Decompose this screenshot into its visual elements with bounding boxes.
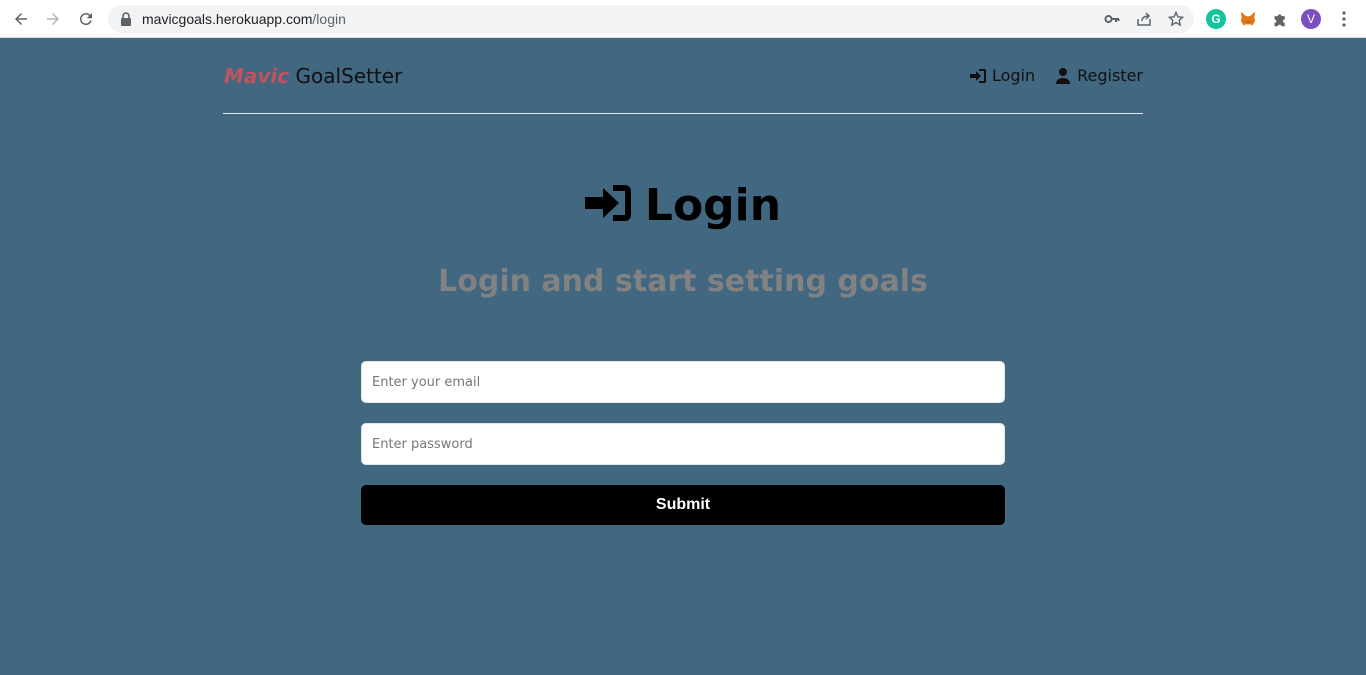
page-title: Login bbox=[644, 180, 782, 231]
password-field[interactable] bbox=[361, 423, 1005, 465]
sign-in-icon bbox=[969, 68, 986, 83]
lock-icon bbox=[121, 12, 131, 26]
url-path: /login bbox=[312, 11, 346, 27]
page-subtitle: Login and start setting goals bbox=[438, 264, 928, 299]
register-link[interactable]: Register bbox=[1055, 66, 1143, 85]
register-link-label: Register bbox=[1077, 66, 1143, 85]
app-logo[interactable]: Mavic GoalSetter bbox=[224, 64, 402, 88]
sign-in-icon bbox=[584, 184, 631, 221]
kebab-menu-icon[interactable] bbox=[1334, 9, 1354, 29]
grammarly-extension-icon[interactable]: G bbox=[1206, 9, 1226, 29]
header-nav: Login Register bbox=[969, 66, 1143, 85]
arrow-left-icon bbox=[15, 13, 27, 25]
logo-app-name: GoalSetter bbox=[295, 64, 403, 88]
page-heading: Login bbox=[0, 180, 1366, 231]
url-host: mavicgoals.herokuapp.com bbox=[142, 11, 313, 27]
app-header: Mavic GoalSetter Login Register bbox=[223, 38, 1143, 114]
star-icon[interactable] bbox=[1168, 11, 1184, 27]
forward-button[interactable] bbox=[41, 7, 65, 31]
puzzle-icon[interactable] bbox=[1270, 9, 1290, 29]
back-button[interactable] bbox=[9, 7, 33, 31]
arrow-right-icon bbox=[47, 13, 59, 25]
key-icon[interactable] bbox=[1104, 11, 1120, 27]
submit-button[interactable]: Submit bbox=[361, 485, 1005, 525]
reload-icon bbox=[79, 13, 92, 26]
address-bar[interactable]: mavicgoals.herokuapp.com/login bbox=[108, 5, 1194, 33]
user-icon bbox=[1056, 67, 1071, 84]
profile-avatar[interactable]: V bbox=[1301, 9, 1321, 29]
login-link[interactable]: Login bbox=[969, 66, 1036, 85]
url-text: mavicgoals.herokuapp.com/login bbox=[142, 11, 346, 27]
browser-toolbar: mavicgoals.herokuapp.com/login G V bbox=[0, 0, 1366, 38]
share-icon[interactable] bbox=[1136, 11, 1152, 27]
login-link-label: Login bbox=[991, 66, 1036, 85]
reload-button[interactable] bbox=[74, 7, 98, 31]
email-field[interactable] bbox=[361, 361, 1005, 403]
logo-brand: Mavic bbox=[224, 64, 290, 88]
fox-icon[interactable] bbox=[1238, 9, 1258, 29]
